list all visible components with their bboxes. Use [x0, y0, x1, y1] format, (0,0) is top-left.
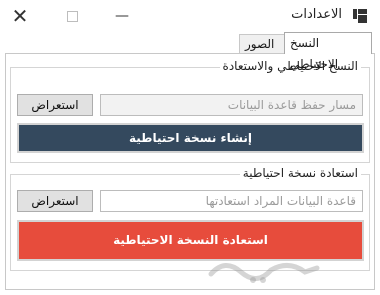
window-title: الاعدادات [291, 7, 342, 22]
restore-browse-button[interactable]: استعراض [17, 190, 93, 212]
minimize-button[interactable]: — [111, 5, 133, 27]
restore-path-input[interactable]: قاعدة البيانات المراد استعادتها [100, 190, 363, 212]
close-icon: ✕ [11, 4, 29, 28]
restore-group-title: استعادة نسخة احتياطية [239, 166, 361, 180]
backup-path-input[interactable]: مسار حفظ قاعدة البيانات [100, 94, 363, 116]
app-icon [352, 8, 368, 24]
tab-backup[interactable]: النسخ الاحتياطي [284, 32, 372, 71]
maximize-button[interactable] [61, 5, 83, 27]
backup-browse-button[interactable]: استعراض [17, 94, 93, 116]
close-button[interactable]: ✕ [9, 5, 31, 27]
tab-images[interactable]: الصور [239, 34, 285, 53]
backup-group: النسخ الاحتياطي والاستعادة مسار حفظ قاعد… [10, 59, 370, 163]
create-backup-button[interactable]: إنشاء نسخة احتياطية [17, 123, 364, 153]
maximize-icon [66, 10, 78, 22]
tab-bar: النسخ الاحتياطي الصور [0, 32, 380, 71]
watermark-logo [205, 250, 325, 286]
minimize-icon: — [115, 8, 129, 24]
title-bar: ✕ — الاعدادات [0, 0, 380, 32]
